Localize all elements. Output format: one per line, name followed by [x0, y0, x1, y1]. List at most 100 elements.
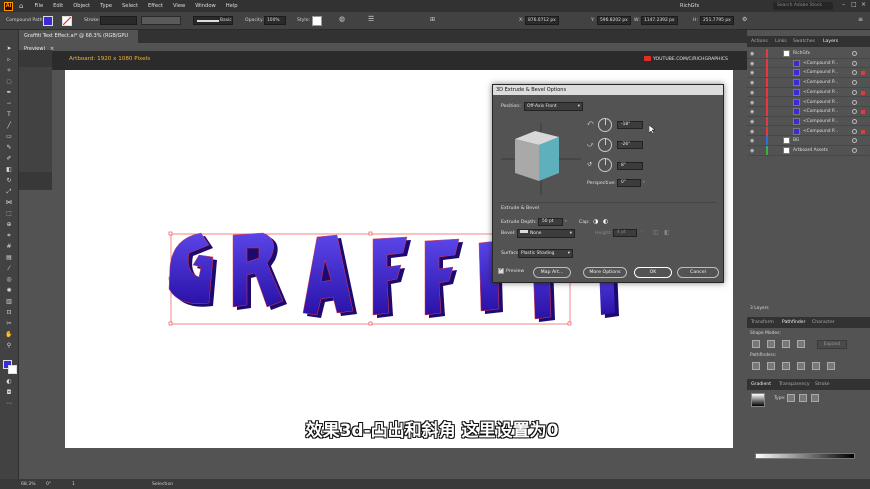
recolor-icon[interactable]: ◍	[339, 15, 345, 23]
visibility-eye-icon[interactable]: ◉	[750, 70, 754, 76]
height-field[interactable]: 251.7795 px	[700, 16, 734, 25]
rotate-tool-icon[interactable]: ↻	[4, 176, 14, 185]
visibility-eye-icon[interactable]: ◉	[750, 138, 754, 144]
menu-select[interactable]: Select	[117, 3, 143, 9]
layer-row[interactable]: ◉ <Compound P...	[747, 68, 870, 78]
cap-off-icon[interactable]: ◐	[603, 218, 608, 225]
rotate-y-field[interactable]: -26°	[617, 141, 643, 149]
minimize-icon[interactable]: –	[842, 1, 845, 8]
bevel-in-icon[interactable]: ◧	[664, 229, 670, 236]
magic-wand-icon[interactable]: ✧	[4, 66, 14, 75]
draw-mode-icon[interactable]: ◘	[4, 388, 14, 397]
tab-gradient[interactable]: Gradient	[751, 382, 771, 387]
stroke-swatch[interactable]	[62, 16, 72, 26]
visibility-eye-icon[interactable]: ◉	[750, 61, 754, 67]
rotate-y-dial[interactable]	[598, 138, 612, 152]
y-field[interactable]: 596.8202 px	[597, 16, 631, 25]
width-field[interactable]: 1147.2392 px	[641, 16, 678, 25]
target-circle-icon[interactable]	[852, 99, 857, 105]
eyedropper-icon[interactable]: ⁄	[4, 264, 14, 273]
height-field[interactable]: 4 pt	[613, 229, 637, 237]
layer-row[interactable]: ◉ BG	[747, 136, 870, 146]
tab-swatches[interactable]: Swatches	[793, 39, 815, 44]
tab-transform[interactable]: Transform	[751, 320, 774, 325]
bevel-select[interactable]: None ▾	[517, 229, 575, 238]
target-circle-icon[interactable]	[852, 128, 857, 134]
unite-icon[interactable]	[752, 340, 760, 348]
target-circle-icon[interactable]	[852, 109, 857, 115]
blend-tool-icon[interactable]: ◎	[4, 275, 14, 284]
opacity-field[interactable]: 100%	[264, 16, 286, 25]
visibility-eye-icon[interactable]: ◉	[750, 80, 754, 86]
layer-row[interactable]: ◉ <Compound P...	[747, 78, 870, 88]
tab-stroke[interactable]: Stroke	[815, 382, 830, 387]
preview-checkbox[interactable]: ✓	[498, 267, 504, 274]
layer-row[interactable]: ◉ <Compound P...	[747, 126, 870, 137]
visibility-eye-icon[interactable]: ◉	[750, 109, 754, 115]
hand-tool-icon[interactable]: ✋	[4, 330, 14, 339]
maximize-icon[interactable]: □	[851, 1, 857, 8]
workspace-switcher[interactable]: RichGfx	[680, 3, 699, 9]
menu-type[interactable]: Type	[95, 3, 117, 9]
expand-button[interactable]: Expand	[817, 340, 847, 349]
target-circle-icon[interactable]	[852, 60, 857, 66]
layer-row[interactable]: ◉ RichGfx	[747, 49, 870, 59]
gradient-preview[interactable]	[751, 393, 765, 407]
intersect-icon[interactable]	[782, 340, 790, 348]
visibility-eye-icon[interactable]: ◉	[750, 148, 754, 154]
tab-layers[interactable]: Layers	[823, 39, 838, 44]
brush-definition[interactable]: Basic	[193, 16, 233, 25]
layer-row[interactable]: ◉ <Compound P...	[747, 97, 870, 107]
selection-tool-icon[interactable]: ➤	[4, 44, 14, 53]
visibility-eye-icon[interactable]: ◉	[750, 51, 754, 57]
shaper-tool-icon[interactable]: ✐	[4, 154, 14, 163]
exclude-icon[interactable]	[797, 340, 805, 348]
shape-builder-icon[interactable]: ⊕	[4, 220, 14, 229]
color-mode-icon[interactable]: ◐	[4, 377, 14, 386]
stock-search-input[interactable]: Search Adobe Stock	[773, 2, 833, 10]
tab-actions[interactable]: Actions	[751, 39, 768, 44]
tab-pathfinder[interactable]: Pathfinder	[782, 320, 806, 325]
layer-row[interactable]: ◉ <Compound P...	[747, 58, 870, 69]
curvature-tool-icon[interactable]: ∽	[4, 99, 14, 108]
layer-name[interactable]: RichGfx	[793, 51, 810, 56]
cancel-button[interactable]: Cancel	[677, 267, 719, 278]
radial-gradient-icon[interactable]	[799, 394, 807, 402]
tab-transparency[interactable]: Transparency	[779, 382, 810, 387]
zoom-level[interactable]: 68.3%	[21, 482, 36, 487]
minus-back-icon[interactable]	[827, 362, 835, 370]
menu-view[interactable]: View	[168, 3, 190, 9]
settings-icon[interactable]: ⚙	[742, 16, 747, 23]
artboard-number[interactable]: 1	[72, 482, 75, 487]
layer-row[interactable]: ◉ Artboard Assets	[747, 146, 870, 156]
home-icon[interactable]: ⌂	[19, 2, 23, 10]
layer-name[interactable]: <Compound P...	[803, 70, 838, 75]
linear-gradient-icon[interactable]	[787, 394, 795, 402]
toolbar-stroke-swatch[interactable]	[8, 365, 17, 374]
layer-row[interactable]: ◉ <Compound P...	[747, 107, 870, 117]
layer-row[interactable]: ◉ <Compound P...	[747, 87, 870, 98]
perspective-arrow-icon[interactable]: ›	[643, 180, 645, 185]
menu-help[interactable]: Help	[221, 3, 243, 9]
tab-character[interactable]: Character	[812, 320, 835, 325]
outline-icon[interactable]	[812, 362, 820, 370]
tab-links[interactable]: Links	[775, 39, 787, 44]
perspective-grid-icon[interactable]: ⌗	[4, 231, 14, 240]
rotate-z-field[interactable]: 8°	[617, 162, 643, 170]
divide-icon[interactable]	[752, 362, 760, 370]
rotation-value[interactable]: 0°	[46, 482, 51, 487]
document-tab[interactable]: Graffiti Text Effect.ai* @ 68.3% (RGB/GP…	[21, 30, 138, 52]
more-tools-icon[interactable]: ⋯	[4, 399, 14, 408]
target-circle-icon[interactable]	[852, 80, 857, 86]
scale-tool-icon[interactable]: ⤢	[4, 187, 14, 196]
graph-tool-icon[interactable]: ▥	[4, 297, 14, 306]
gradient-tool-icon[interactable]: ▤	[4, 253, 14, 262]
layer-name[interactable]: <Compound P...	[803, 119, 838, 124]
perspective-field[interactable]: 0°	[617, 179, 641, 187]
layer-name[interactable]: Artboard Assets	[793, 148, 828, 153]
rectangle-tool-icon[interactable]: ▭	[4, 132, 14, 141]
more-options-button[interactable]: More Options	[583, 267, 627, 278]
menu-edit[interactable]: Edit	[48, 3, 68, 9]
stroke-weight-field[interactable]	[100, 16, 137, 25]
target-circle-icon[interactable]	[852, 148, 857, 153]
